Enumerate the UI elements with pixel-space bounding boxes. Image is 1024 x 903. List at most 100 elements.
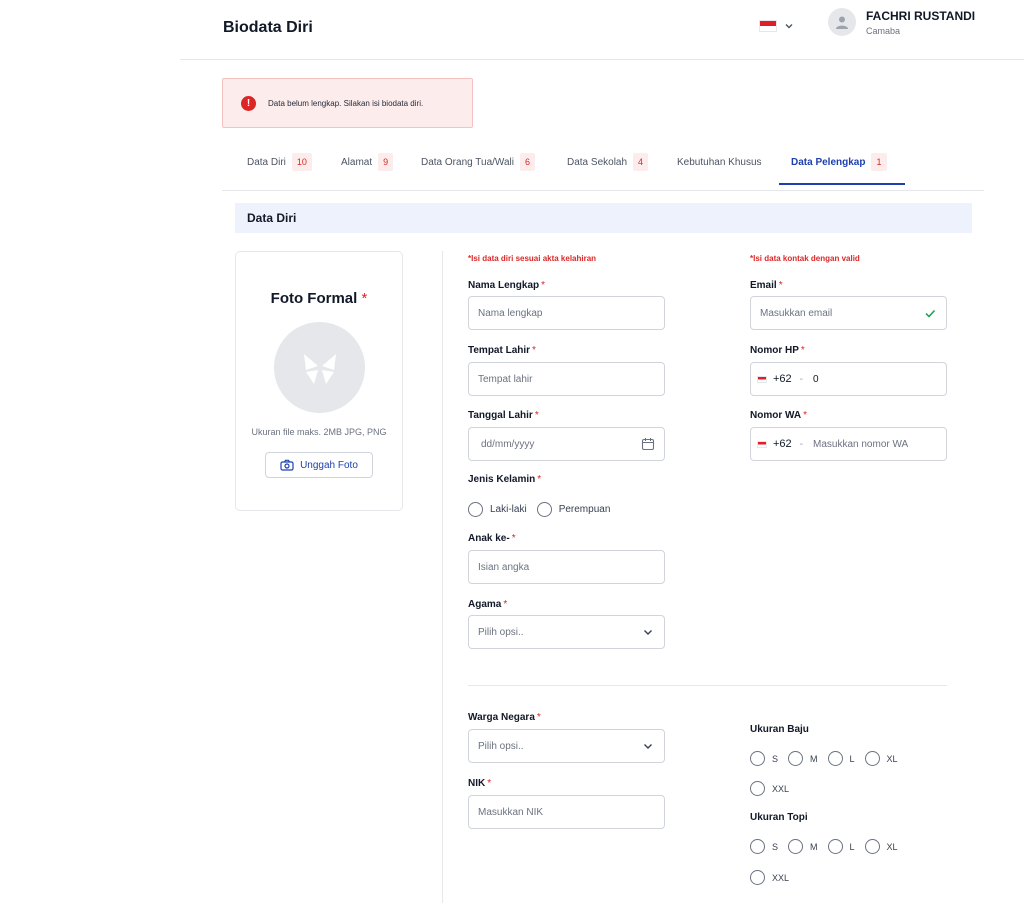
label-text: Warga Negara: [468, 712, 535, 723]
radio-baju-xl[interactable]: XL: [864, 751, 898, 766]
calendar-icon[interactable]: [641, 437, 655, 451]
radio-circle[interactable]: [750, 781, 765, 796]
required-mark: *: [503, 599, 508, 610]
label-text: Tempat Lahir: [468, 345, 531, 356]
label-text: Agama: [468, 599, 502, 610]
tab-kebutuhan-khusus[interactable]: Kebutuhan Khusus: [677, 150, 762, 191]
user-role: Camaba: [866, 25, 901, 36]
radio-baju-m[interactable]: M: [788, 751, 818, 766]
tempat-lahir-label: Tempat Lahir *: [468, 345, 536, 356]
upload-photo-button[interactable]: Unggah Foto: [265, 452, 373, 478]
alert-icon: !: [241, 95, 256, 111]
avatar: [828, 8, 856, 36]
radio-circle[interactable]: [827, 839, 843, 854]
label-text: NIK: [468, 778, 486, 789]
nomor-wa-label: Nomor WA *: [750, 410, 807, 421]
agama-select[interactable]: Pilih opsi..: [468, 615, 665, 649]
required-mark: *: [537, 474, 542, 485]
separator: -: [799, 373, 804, 385]
user-icon: [836, 16, 848, 29]
ukuran-baju-label: Ukuran Baju: [750, 724, 809, 735]
birth-cert-note: *Isi data diri sesuai akta kelahiran: [468, 254, 597, 263]
required-mark: *: [487, 778, 492, 789]
user-name: FACHRI RUSTANDI: [866, 8, 976, 23]
radio-laki-laki[interactable]: Laki-laki: [468, 502, 527, 517]
radio-topi-xl[interactable]: XL: [864, 839, 898, 854]
ukuran-baju-radio-group: S M L XL: [750, 751, 908, 766]
radio-circle[interactable]: [750, 870, 765, 885]
tab-badge: 4: [633, 153, 649, 171]
label-text: Anak ke-: [468, 533, 510, 544]
tanggal-lahir-label: Tanggal Lahir *: [468, 410, 539, 421]
radio-circle[interactable]: [750, 839, 765, 854]
camera-icon: [280, 459, 294, 471]
ukuran-baju-radio-group-row2: XXL: [750, 781, 799, 796]
ukuran-topi-radio-group: S M L XL: [750, 839, 908, 854]
radio-circle[interactable]: [864, 839, 880, 854]
nama-label: Nama Lengkap *: [468, 280, 545, 291]
anak-ke-label: Anak ke- *: [468, 533, 516, 544]
radio-label: S: [772, 841, 779, 852]
tab-data-sekolah[interactable]: Data Sekolah 4: [567, 150, 649, 191]
radio-label: L: [849, 841, 855, 852]
photo-size-hint: Ukuran file maks. 2MB JPG, PNG: [251, 427, 387, 437]
radio-circle[interactable]: [750, 751, 765, 766]
upload-photo-label: Unggah Foto: [300, 459, 358, 471]
indonesia-flag-icon: [757, 440, 767, 448]
required-mark: *: [532, 345, 536, 356]
required-mark: *: [534, 410, 539, 421]
radio-topi-s[interactable]: S: [750, 839, 778, 854]
radio-topi-l[interactable]: L: [827, 839, 855, 854]
label-text: Nama Lengkap: [468, 280, 540, 291]
vertical-divider: [442, 251, 443, 903]
language-selector[interactable]: [759, 20, 795, 32]
tab-data-diri[interactable]: Data Diri 10: [247, 150, 312, 191]
radio-topi-xxl[interactable]: XXL: [750, 870, 789, 885]
tab-alamat[interactable]: Alamat 9: [341, 150, 394, 191]
chevron-down-icon: [644, 744, 652, 749]
radio-topi-m[interactable]: M: [788, 839, 818, 854]
active-tab-indicator: [779, 183, 905, 185]
anak-ke-input[interactable]: Isian angka: [468, 550, 665, 584]
radio-circle[interactable]: [864, 751, 880, 766]
nomor-wa-input[interactable]: +62 - Masukkan nomor WA: [750, 427, 947, 461]
nama-lengkap-input[interactable]: Nama lengkap: [468, 296, 665, 330]
required-mark: *: [778, 280, 783, 291]
radio-perempuan[interactable]: Perempuan: [536, 502, 610, 517]
radio-baju-s[interactable]: S: [750, 751, 778, 766]
required-mark: *: [803, 410, 808, 421]
tempat-lahir-input[interactable]: Tempat lahir: [468, 362, 665, 396]
section-title: Data Diri: [235, 203, 972, 233]
tab-badge: 9: [378, 153, 394, 171]
placeholder: Isian angka: [478, 561, 530, 573]
indonesia-flag-icon: [757, 375, 767, 383]
tab-data-orang-tua[interactable]: Data Orang Tua/Wali 6: [421, 150, 536, 191]
tanggal-lahir-input[interactable]: dd/mm/yyyy: [468, 427, 665, 461]
radio-circle[interactable]: [827, 751, 843, 766]
radio-label: XL: [886, 841, 898, 852]
tab-label: Data Pelengkap: [791, 157, 866, 168]
nik-input[interactable]: Masukkan NIK: [468, 795, 665, 829]
label-text: Tanggal Lahir: [468, 410, 533, 421]
radio-label: XXL: [772, 872, 790, 883]
country-code[interactable]: +62: [773, 373, 792, 385]
warga-negara-select[interactable]: Pilih opsi..: [468, 729, 665, 763]
radio-label: L: [849, 753, 855, 764]
radio-baju-l[interactable]: L: [827, 751, 855, 766]
user-menu[interactable]: FACHRI RUSTANDI Camaba: [828, 8, 975, 36]
ukuran-topi-radio-group-row2: XXL: [750, 870, 799, 885]
email-input[interactable]: Masukkan email: [750, 296, 947, 330]
incomplete-data-alert: ! Data belum lengkap. Silakan isi biodat…: [222, 78, 473, 128]
radio-circle[interactable]: [788, 839, 804, 854]
required-mark: *: [511, 533, 516, 544]
radio-circle[interactable]: [788, 751, 804, 766]
image-placeholder-icon: [303, 353, 336, 384]
nomor-hp-input[interactable]: +62 - 0: [750, 362, 947, 396]
radio-circle[interactable]: [468, 502, 483, 517]
tab-label: Alamat: [341, 157, 373, 168]
radio-baju-xxl[interactable]: XXL: [750, 781, 789, 796]
horizontal-divider: [468, 685, 947, 686]
country-code[interactable]: +62: [773, 438, 792, 450]
phone-value: 0: [813, 373, 819, 385]
radio-circle[interactable]: [536, 502, 552, 517]
